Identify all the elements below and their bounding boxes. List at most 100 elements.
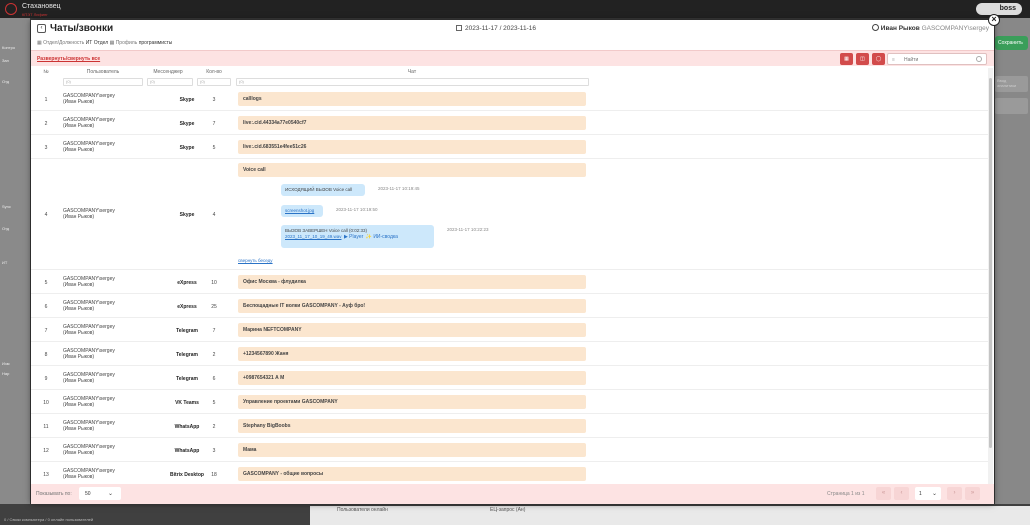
filter-user[interactable]: (0) — [63, 78, 143, 86]
table-row[interactable]: 3 GASCOMPANY\sergey (Иван Рыков) Skype 5 … — [31, 135, 988, 159]
col-header-num[interactable]: № — [39, 69, 53, 75]
table-row[interactable]: 6 GASCOMPANY\sergey (Иван Рыков) eXpress … — [31, 294, 988, 318]
app-topbar: Стахановец КПЭТ Лифинг boss — [0, 0, 1030, 18]
chat-bar[interactable]: +0987654321 А М — [238, 371, 586, 385]
col-header-user[interactable]: Пользователь — [63, 69, 143, 75]
chat-bar[interactable]: Беспощадные IT волки GASCOMPANY - Ауф бр… — [238, 299, 586, 313]
table-row[interactable]: 11 GASCOMPANY\sergey (Иван Рыков) WhatsAp… — [31, 414, 988, 438]
cell-count: 5 — [212, 145, 216, 151]
sidebar-item[interactable]: Зап — [2, 58, 30, 63]
columns-icon[interactable]: ◫ — [856, 53, 869, 65]
col-header-count[interactable]: Кол-во — [199, 69, 229, 75]
chat-bar[interactable]: Stephany BigBoobs — [238, 419, 586, 433]
play-icon[interactable]: ▶ — [344, 234, 348, 240]
cell-user: GASCOMPANY\sergey (Иван Рыков) — [63, 300, 115, 312]
sidebar-item[interactable]: Контро — [2, 45, 30, 50]
table-row[interactable]: 5 GASCOMPANY\sergey (Иван Рыков) eXpress … — [31, 270, 988, 294]
table-row[interactable]: 2 GASCOMPANY\sergey (Иван Рыков) Skype 7 … — [31, 111, 988, 135]
collapse-chat-link[interactable]: свернуть беседу — [238, 258, 273, 263]
chat-bar[interactable]: Офис Москва - флудилка — [238, 275, 586, 289]
table-row[interactable]: 1 GASCOMPANY\sergey (Иван Рыков) Skype 3 … — [31, 87, 988, 111]
chat-bar[interactable]: Марина NEFTCOMPANY — [238, 323, 586, 337]
chat-bar[interactable]: live:.cid.683551e4fee51c26 — [238, 140, 586, 154]
first-page-button[interactable]: « — [876, 487, 891, 500]
search-icon[interactable] — [976, 56, 982, 62]
chat-bar[interactable]: Voice call — [238, 163, 586, 177]
chats-calls-modal: ‹ Чаты/звонки 2023-11-17 / 2023-11-16 Ив… — [31, 20, 994, 504]
chat-bar[interactable]: calllogs — [238, 92, 586, 106]
breadcrumb-label: Отдел/Должность — [43, 40, 85, 46]
table-row[interactable]: 7 GASCOMPANY\sergey (Иван Рыков) Telegram… — [31, 318, 988, 342]
cell-user: GASCOMPANY\sergey (Иван Рыков) — [63, 396, 115, 408]
sidebar-item[interactable]: ИТ — [2, 260, 30, 265]
per-page-select[interactable]: 50 ⌄ — [79, 487, 121, 500]
cell-num: 13 — [43, 472, 49, 478]
cell-count: 18 — [211, 472, 217, 478]
chat-bar[interactable]: +1234567890 Жаня — [238, 347, 586, 361]
search-box[interactable]: ≡ — [887, 53, 987, 65]
chat-bar[interactable]: GASCOMPANY - общие вопросы — [238, 467, 586, 481]
col-header-chat[interactable]: Чат — [238, 69, 586, 75]
user-name: Иван Рыков — [880, 25, 920, 32]
save-button-background[interactable]: Сохранить — [995, 36, 1028, 50]
ai-summary-button[interactable]: ИИ-сводка — [373, 234, 398, 240]
background-sidebar: Контро Зап Отд Sync Отд ИТ Изм Нар — [0, 18, 30, 525]
back-icon[interactable]: ‹ — [37, 24, 46, 33]
filter-icon[interactable]: ◯ — [872, 53, 885, 65]
sidebar-item[interactable]: Отд — [2, 79, 30, 84]
message-bubble[interactable]: ВЫЗОВ ЗАВЕРШЕН Voice call (0:02:33) 2023… — [281, 225, 434, 248]
chat-bar[interactable]: Мама — [238, 443, 586, 457]
sidebar-item[interactable]: Sync — [2, 204, 30, 209]
chat-bar[interactable]: live:.cid.44334a77e0540cf7 — [238, 116, 586, 130]
per-page-label: Показывать по: — [36, 491, 72, 497]
sidebar-item[interactable]: Отд — [2, 226, 30, 231]
background-field[interactable]: Ввод аналитики — [995, 76, 1028, 92]
cell-user: GASCOMPANY\sergey (Иван Рыков) — [63, 117, 115, 129]
table-row[interactable]: 8 GASCOMPANY\sergey (Иван Рыков) Telegram… — [31, 342, 988, 366]
table-row[interactable]: 12 GASCOMPANY\sergey (Иван Рыков) WhatsAp… — [31, 438, 988, 462]
excel-icon[interactable]: ▦ — [840, 53, 853, 65]
table-scrollbar[interactable] — [988, 68, 993, 484]
next-page-button[interactable]: › — [947, 487, 962, 500]
table-row-expanded[interactable]: 4 GASCOMPANY\sergey (Иван Рыков) Skype 4 … — [31, 159, 988, 270]
cell-count: 7 — [212, 328, 216, 334]
expand-collapse-all-link[interactable]: Развернуть/свернуть все — [37, 56, 100, 62]
menu-lines-icon: ≡ — [892, 57, 895, 63]
breadcrumb-value: ИТ Отдел — [85, 40, 109, 46]
cell-count: 4 — [212, 212, 216, 218]
col-header-messenger[interactable]: Мессенджер — [147, 69, 189, 75]
filter-count[interactable]: (0) — [197, 78, 231, 86]
scrollbar-thumb[interactable] — [989, 78, 992, 448]
app-logo[interactable]: Стахановец КПЭТ Лифинг — [5, 3, 61, 18]
player-button[interactable]: Player — [349, 234, 363, 240]
profile-icon: ▦ — [109, 40, 115, 46]
message-bubble[interactable]: screenshot.jpg — [281, 205, 323, 217]
sidebar-item[interactable]: Нар — [2, 371, 30, 376]
table-row[interactable]: 10 GASCOMPANY\sergey (Иван Рыков) VK Team… — [31, 390, 988, 414]
close-modal-icon[interactable]: × — [988, 14, 1000, 26]
user-menu-pill[interactable]: boss — [976, 3, 1022, 15]
cell-num: 8 — [44, 352, 48, 358]
background-field[interactable] — [995, 98, 1028, 114]
last-page-button[interactable]: » — [965, 487, 980, 500]
filter-messenger[interactable]: (0) — [147, 78, 193, 86]
table-row[interactable]: 9 GASCOMPANY\sergey (Иван Рыков) Telegram… — [31, 366, 988, 390]
prev-page-button[interactable]: ‹ — [894, 487, 909, 500]
cell-user: GASCOMPANY\sergey (Иван Рыков) — [63, 276, 115, 288]
table-row[interactable]: 13 GASCOMPANY\sergey (Иван Рыков) Bitrix … — [31, 462, 988, 484]
page-select[interactable]: 1 ⌄ — [915, 487, 941, 500]
date-range-text: 2023-11-17 / 2023-11-16 — [465, 25, 536, 32]
audio-file-link[interactable]: 2023_11_17_10_19_49.wav — [285, 234, 341, 239]
cell-num: 1 — [44, 97, 48, 103]
search-input[interactable] — [904, 55, 974, 64]
cell-count: 3 — [212, 448, 216, 454]
message-bubble[interactable]: ИСХОДЯЩИЙ ВЫЗОВ Voice call — [281, 184, 365, 196]
attachment-link[interactable]: screenshot.jpg — [285, 208, 314, 213]
message-time: 2023-11-17 10:22:23 — [447, 227, 489, 232]
filter-chat[interactable]: (0) — [236, 78, 589, 86]
sidebar-item[interactable]: Изм — [2, 361, 30, 366]
date-range[interactable]: 2023-11-17 / 2023-11-16 — [456, 25, 536, 32]
cell-user: GASCOMPANY\sergey (Иван Рыков) — [63, 93, 115, 105]
chat-bar[interactable]: Управление проектами GASCOMPANY — [238, 395, 586, 409]
cell-user: GASCOMPANY\sergey (Иван Рыков) — [63, 348, 115, 360]
